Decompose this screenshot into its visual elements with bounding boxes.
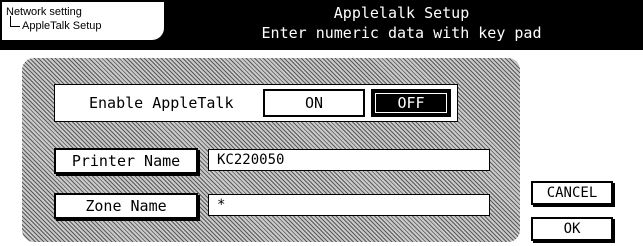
header-bar: Network setting AppleTalk Setup Applelal… (0, 0, 643, 50)
zone-name-button[interactable]: Zone Name (54, 193, 198, 219)
appletalk-on-button[interactable]: ON (263, 89, 365, 117)
printer-name-button[interactable]: Printer Name (54, 148, 198, 174)
enable-appletalk-row: Enable AppleTalk ON OFF (54, 84, 458, 122)
ok-button[interactable]: OK (531, 217, 613, 241)
breadcrumb-appletalk-setup: AppleTalk Setup (8, 16, 102, 33)
page-instruction: Enter numeric data with key pad (261, 24, 542, 42)
printer-name-field[interactable]: KC220050 (208, 149, 490, 171)
cancel-button[interactable]: CANCEL (531, 181, 613, 205)
zone-name-field[interactable]: * (208, 194, 490, 216)
enable-appletalk-label: Enable AppleTalk (89, 94, 234, 112)
page-title: Applelalk Setup (333, 4, 470, 22)
breadcrumb[interactable]: Network setting AppleTalk Setup (2, 2, 164, 40)
appletalk-off-button[interactable]: OFF (371, 89, 451, 117)
